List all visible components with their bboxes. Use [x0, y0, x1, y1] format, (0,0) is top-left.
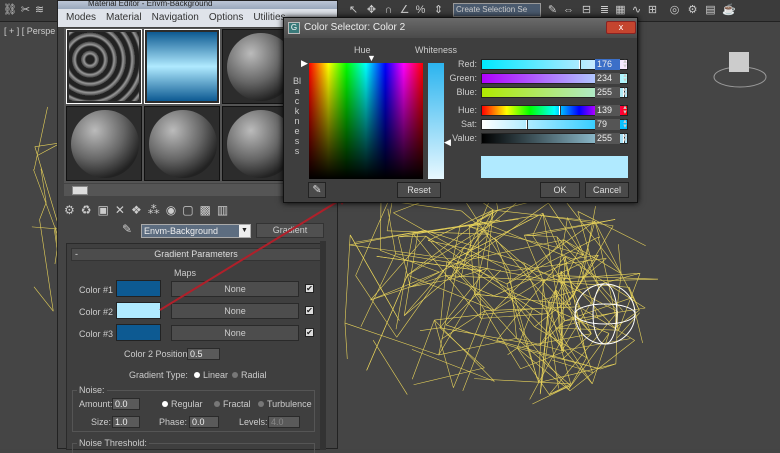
sat-value-field[interactable]: 79	[595, 119, 620, 130]
sat-spinner-arrows[interactable]: ▴▾	[621, 119, 629, 130]
app-logo-icon: G	[288, 22, 300, 34]
red-slider-handle[interactable]	[579, 60, 581, 69]
sat-slider-handle[interactable]	[526, 120, 528, 129]
red-spinner-arrows[interactable]: ▴▾	[621, 59, 629, 70]
cancel-button[interactable]: Cancel	[585, 182, 629, 198]
value-spinner-arrows[interactable]: ▴▾	[621, 133, 629, 144]
whiteness-label: Whiteness	[415, 45, 457, 55]
blackness-label: Blackness	[293, 76, 301, 156]
value-label: Value:	[429, 133, 477, 143]
color-selector-dialog: Color Selector: Color 2 G x Hue Whitenes…	[283, 17, 638, 203]
color-preview	[481, 156, 628, 178]
blue-label: Blue:	[429, 87, 477, 97]
hue-value-field[interactable]: 139	[595, 105, 620, 116]
blue-value-field[interactable]: 255	[595, 87, 620, 98]
eyedropper-icon[interactable]: ✎	[308, 182, 326, 198]
ok-button[interactable]: OK	[540, 182, 580, 198]
hue-blackness-picker[interactable]	[309, 63, 423, 179]
red-value-field[interactable]: 176	[595, 59, 620, 70]
blackness-pointer-icon[interactable]: ▶	[301, 58, 308, 69]
reset-button[interactable]: Reset	[397, 182, 441, 198]
sat-label: Sat:	[429, 119, 477, 129]
green-label: Green:	[429, 73, 477, 83]
value-value-field[interactable]: 255	[595, 133, 620, 144]
hue-slider-handle[interactable]	[559, 106, 561, 115]
blue-spinner-arrows[interactable]: ▴▾	[621, 87, 629, 98]
green-value-field[interactable]: 234	[595, 73, 620, 84]
close-button[interactable]: x	[606, 21, 636, 34]
color-selector-title: Color Selector: Color 2	[284, 18, 637, 38]
hue-pointer-icon[interactable]: ▼	[367, 53, 376, 63]
hue-label: Hue:	[429, 105, 477, 115]
green-spinner-arrows[interactable]: ▴▾	[621, 73, 629, 84]
red-label: Red:	[429, 59, 477, 69]
hue-spinner-arrows[interactable]: ▴▾	[621, 105, 629, 116]
